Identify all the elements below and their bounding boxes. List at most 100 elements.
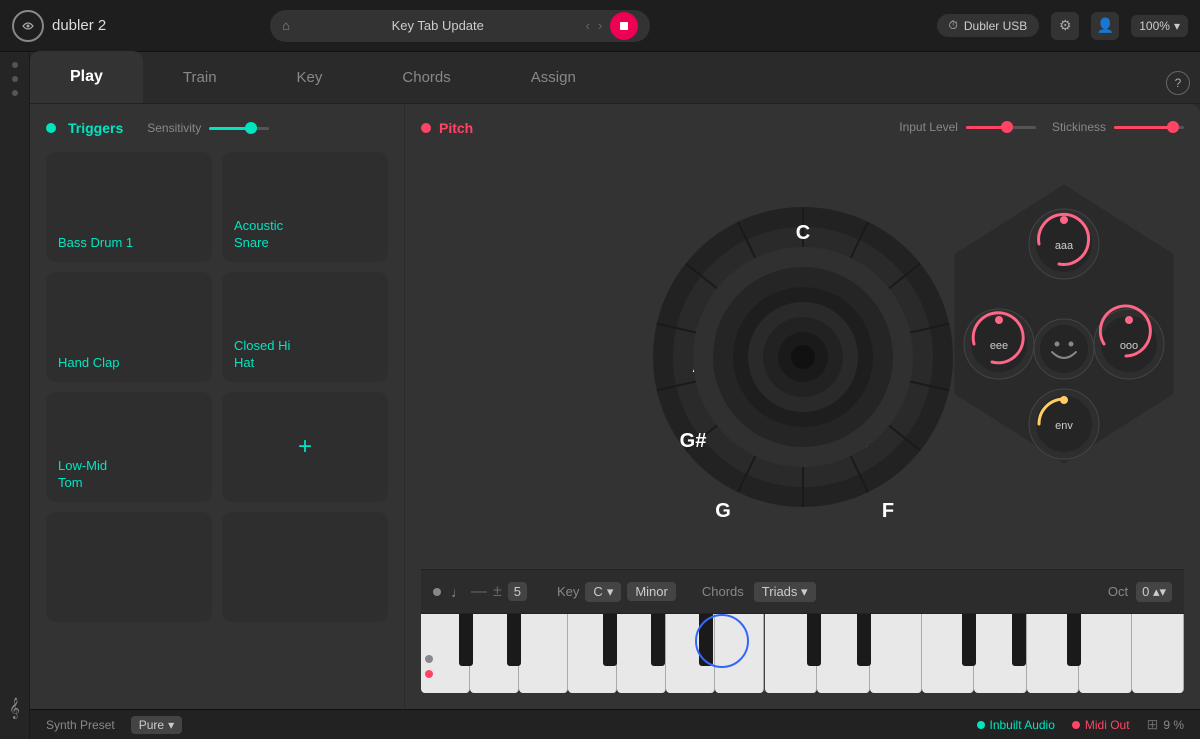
sensitivity-label: Sensitivity bbox=[147, 121, 201, 135]
triads-chevron: ▾ bbox=[801, 584, 808, 599]
tab-train[interactable]: Train bbox=[143, 51, 257, 103]
pad-acoustic-snare[interactable]: AcousticSnare bbox=[222, 152, 388, 262]
cpu-percent: 9 % bbox=[1163, 718, 1184, 732]
piano-black-2[interactable] bbox=[507, 614, 521, 666]
device-selector[interactable]: ⏱ Dubler USB bbox=[937, 14, 1040, 37]
piano-black-3[interactable] bbox=[603, 614, 617, 666]
piano-black-4[interactable] bbox=[651, 614, 665, 666]
bpm-sep1: — bbox=[471, 583, 487, 601]
nav-back[interactable]: ‹ bbox=[585, 18, 589, 33]
piano-right-black-3[interactable] bbox=[962, 614, 976, 666]
settings-button[interactable]: ⚙ bbox=[1051, 12, 1079, 40]
synth-preset-arrow: ▾ bbox=[168, 718, 174, 732]
pitch-status-dot bbox=[421, 123, 431, 133]
tab-play[interactable]: Play bbox=[30, 51, 143, 103]
piano-right-black-4[interactable] bbox=[1012, 614, 1026, 666]
main-area: 𝄞 Play Train Key Chords Assign ? bbox=[0, 52, 1200, 739]
tab-assign[interactable]: Assign bbox=[491, 51, 616, 103]
chords-label: Chords bbox=[702, 584, 744, 599]
tab-chords[interactable]: Chords bbox=[362, 51, 490, 103]
piano-right-key-7[interactable] bbox=[1079, 614, 1131, 693]
metronome-icon: ♩ bbox=[451, 584, 465, 600]
top-bar: dubler 2 ⌂ Key Tab Update ‹ › ⏱ Dubler U… bbox=[0, 0, 1200, 52]
logo-area: dubler 2 bbox=[12, 10, 122, 42]
sidebar-dot-1 bbox=[12, 62, 18, 68]
pad-hand-clap-label: Hand Clap bbox=[58, 355, 119, 372]
status-bar: Synth Preset Pure ▾ Inbuilt Audio Midi O… bbox=[30, 709, 1200, 739]
inbuilt-audio-label: Inbuilt Audio bbox=[990, 718, 1055, 732]
zoom-control[interactable]: 100% ▾ bbox=[1131, 15, 1188, 37]
piano-right-black-2[interactable] bbox=[857, 614, 871, 666]
device-icon: ⏱ bbox=[949, 18, 958, 33]
piano-area bbox=[421, 613, 1184, 693]
pad-closed-hi-hat[interactable]: Closed HiHat bbox=[222, 272, 388, 382]
oct-label: Oct bbox=[1108, 584, 1128, 599]
triggers-panel: Triggers Sensitivity Bass Drum 1 bbox=[30, 104, 405, 709]
copy-icon[interactable]: ⊞ bbox=[1147, 716, 1159, 733]
url-bar[interactable]: ⌂ Key Tab Update ‹ › bbox=[270, 10, 650, 42]
input-level-group: Input Level bbox=[899, 120, 1036, 134]
app-logo[interactable] bbox=[12, 10, 44, 42]
sidebar-icon[interactable]: 𝄞 bbox=[9, 698, 20, 719]
nav-forward[interactable]: › bbox=[598, 18, 602, 33]
piano-right-key-8[interactable] bbox=[1132, 614, 1184, 693]
midi-out-label: Midi Out bbox=[1085, 718, 1130, 732]
bottom-controls: ♩ — ± 5 Key C ▾ Minor bbox=[421, 569, 1184, 613]
oct-stepper: ▴▾ bbox=[1153, 584, 1166, 599]
circle-of-fifths[interactable]: C D D# F G G# A# bbox=[643, 197, 963, 517]
inbuilt-audio-dot bbox=[977, 721, 985, 729]
top-right-controls: ⏱ Dubler USB ⚙ 👤 100% ▾ bbox=[937, 12, 1188, 40]
piano-right bbox=[765, 614, 1184, 693]
pad-add[interactable]: + bbox=[222, 392, 388, 502]
svg-text:G#: G# bbox=[679, 430, 706, 452]
stickiness-thumb[interactable] bbox=[1167, 121, 1179, 133]
blue-circle-indicator bbox=[695, 614, 749, 668]
input-indicator bbox=[433, 588, 441, 596]
svg-text:F: F bbox=[881, 500, 893, 517]
sensitivity-thumb[interactable] bbox=[245, 122, 257, 134]
zoom-chevron: ▾ bbox=[1174, 19, 1180, 33]
piano-right-key-3[interactable] bbox=[870, 614, 922, 693]
piano-right-black-5[interactable] bbox=[1067, 614, 1081, 666]
pads-grid: Bass Drum 1 AcousticSnare Hand Clap Clos… bbox=[46, 152, 388, 622]
input-level-slider[interactable] bbox=[966, 126, 1036, 129]
pad-low-mid-tom[interactable]: Low-MidTom bbox=[46, 392, 212, 502]
record-button[interactable] bbox=[610, 12, 638, 40]
profile-button[interactable]: 👤 bbox=[1091, 12, 1119, 40]
input-level-thumb[interactable] bbox=[1001, 121, 1013, 133]
key-value[interactable]: C ▾ bbox=[585, 582, 621, 602]
sidebar-dot-3 bbox=[12, 90, 18, 96]
piano-key-e[interactable] bbox=[519, 614, 568, 693]
pad-bass-drum[interactable]: Bass Drum 1 bbox=[46, 152, 212, 262]
help-button[interactable]: ? bbox=[1166, 71, 1190, 95]
oct-value[interactable]: 0 ▴▾ bbox=[1136, 582, 1172, 602]
sensitivity-fill bbox=[209, 127, 248, 130]
triggers-label: Triggers bbox=[68, 120, 123, 136]
status-indicators: Inbuilt Audio Midi Out ⊞ 9 % bbox=[977, 716, 1185, 733]
triads-value[interactable]: Triads ▾ bbox=[754, 582, 816, 602]
zoom-value: 100% bbox=[1139, 19, 1170, 33]
bpm-number[interactable]: 5 bbox=[508, 582, 527, 601]
stickiness-group: Stickiness bbox=[1052, 120, 1184, 134]
sidebar-dot-2 bbox=[12, 76, 18, 82]
piano-right-black-1[interactable] bbox=[807, 614, 821, 666]
piano-black-1[interactable] bbox=[459, 614, 473, 666]
content-panel: Play Train Key Chords Assign ? Trigger bbox=[30, 52, 1200, 739]
pad-bass-drum-label: Bass Drum 1 bbox=[58, 235, 133, 252]
key-select: Key C ▾ Minor bbox=[557, 582, 676, 602]
sensitivity-slider[interactable] bbox=[209, 127, 269, 130]
device-name: Dubler USB bbox=[964, 19, 1027, 33]
pad-empty-1 bbox=[46, 512, 212, 622]
wheel-svg: C D D# F G G# A# bbox=[643, 197, 963, 517]
mode-value[interactable]: Minor bbox=[627, 582, 676, 601]
triggers-header: Triggers Sensitivity bbox=[46, 120, 388, 136]
pad-hand-clap[interactable]: Hand Clap bbox=[46, 272, 212, 382]
stickiness-slider[interactable] bbox=[1114, 126, 1184, 129]
tab-key[interactable]: Key bbox=[257, 51, 363, 103]
synth-preset-value[interactable]: Pure ▾ bbox=[131, 716, 182, 734]
input-level-label: Input Level bbox=[899, 120, 958, 134]
svg-text:C: C bbox=[795, 222, 809, 244]
pad-acoustic-snare-label: AcousticSnare bbox=[234, 218, 283, 252]
tab-bar: Play Train Key Chords Assign ? bbox=[30, 52, 1200, 104]
svg-text:aaa: aaa bbox=[1055, 240, 1074, 252]
